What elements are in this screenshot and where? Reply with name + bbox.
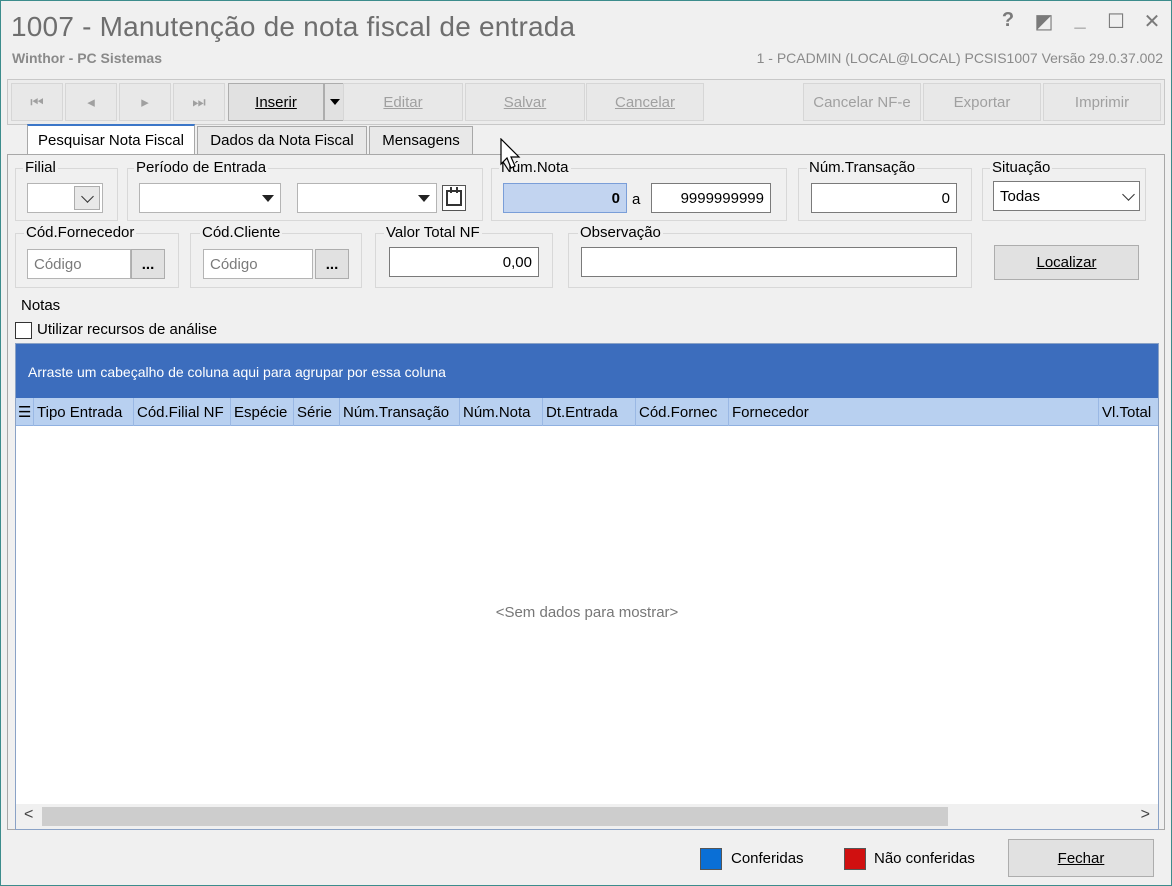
prev-icon: ◂ <box>87 94 95 111</box>
periodo-start-date[interactable] <box>139 183 281 213</box>
legend-conferidas-label: Conferidas <box>731 850 804 867</box>
export-button[interactable]: Exportar <box>923 83 1041 121</box>
cancel-nfe-button[interactable]: Cancelar NF-e <box>803 83 921 121</box>
toolbar: ⏮ ◂ ▸ ⏭ Inserir Editar Salvar Cancelar C… <box>7 79 1165 125</box>
horizontal-scrollbar[interactable]: < > <box>16 804 1158 829</box>
localizar-label: Localizar <box>1036 254 1097 271</box>
print-label: Imprimir <box>1074 93 1130 111</box>
chevron-down-icon <box>1122 188 1135 201</box>
cancel-nfe-label: Cancelar NF-e <box>813 93 911 111</box>
chevron-down-icon <box>262 195 274 202</box>
codcli-label: Cód.Cliente <box>200 224 283 241</box>
codcli-input[interactable]: Código <box>203 249 313 279</box>
notas-label: Notas <box>19 297 63 314</box>
codforn-label: Cód.Fornecedor <box>24 224 137 241</box>
chevron-down-icon <box>81 190 94 203</box>
numtrans-label: Núm.Transação <box>807 159 918 176</box>
col-dt-entrada[interactable]: Dt.Entrada <box>543 398 636 426</box>
scroll-right-icon[interactable]: > <box>1141 806 1150 824</box>
first-record-button[interactable]: ⏮ <box>11 83 63 121</box>
col-num-nota[interactable]: Núm.Nota <box>460 398 543 426</box>
numnota-from-input[interactable]: 0 <box>503 183 627 213</box>
calendar-icon[interactable] <box>442 185 466 211</box>
last-icon: ⏭ <box>192 93 206 111</box>
periodo-end-date[interactable] <box>297 183 437 213</box>
maximize-icon[interactable]: ☐ <box>1105 9 1127 34</box>
scrollbar-thumb[interactable] <box>42 807 948 826</box>
tab-pesquisar[interactable]: Pesquisar Nota Fiscal <box>27 124 195 154</box>
restore-alt-icon[interactable]: ◩ <box>1033 9 1055 34</box>
situacao-select[interactable]: Todas <box>993 181 1140 211</box>
analysis-checkbox-label: Utilizar recursos de análise <box>37 321 218 338</box>
legend-nao-conferidas-label: Não conferidas <box>874 850 975 867</box>
valor-input[interactable]: 0,00 <box>389 247 539 277</box>
filial-dropdown-button[interactable] <box>74 186 100 210</box>
periodo-label: Período de Entrada <box>134 159 269 176</box>
codforn-lookup-button[interactable]: ... <box>131 249 165 279</box>
next-icon: ▸ <box>141 94 149 111</box>
numnota-range-separator: a <box>632 191 641 208</box>
cancel-label: Cancelar <box>614 93 676 111</box>
valor-label: Valor Total NF <box>384 224 482 241</box>
col-serie[interactable]: Série <box>294 398 340 426</box>
situacao-value: Todas <box>1000 187 1041 205</box>
legend-conferidas-swatch <box>700 848 722 870</box>
save-button[interactable]: Salvar <box>465 83 585 121</box>
filial-label: Filial <box>23 159 58 176</box>
session-info: 1 - PCADMIN (LOCAL@LOCAL) PCSIS1007 Vers… <box>756 50 1163 66</box>
codcli-lookup-button[interactable]: ... <box>315 249 349 279</box>
edit-button[interactable]: Editar <box>343 83 463 121</box>
save-label: Salvar <box>503 93 547 111</box>
col-especie[interactable]: Espécie <box>231 398 294 426</box>
numtrans-input[interactable]: 0 <box>811 183 957 213</box>
column-chooser-icon[interactable]: ☰ <box>16 398 34 426</box>
first-icon: ⏮ <box>30 93 44 111</box>
col-vl-total[interactable]: Vl.Total <box>1099 398 1158 426</box>
group-by-hint: Arraste um cabeçalho de coluna aqui para… <box>28 364 446 380</box>
window-title: 1007 - Manutenção de nota fiscal de entr… <box>11 11 576 42</box>
obs-label: Observação <box>578 224 663 241</box>
empty-grid-message: <Sem dados para mostrar> <box>495 604 679 621</box>
minimize-icon[interactable]: _ <box>1069 9 1091 34</box>
scroll-left-icon[interactable]: < <box>24 806 33 824</box>
chevron-down-icon <box>330 99 340 105</box>
print-button[interactable]: Imprimir <box>1043 83 1161 121</box>
fechar-button[interactable]: Fechar <box>1008 839 1154 877</box>
legend-nao-conferidas-swatch <box>844 848 866 870</box>
col-tipo-entrada[interactable]: Tipo Entrada <box>34 398 134 426</box>
window-subtitle: Winthor - PC Sistemas <box>12 50 163 66</box>
notas-grid: Arraste um cabeçalho de coluna aqui para… <box>15 343 1159 830</box>
col-cod-fornec[interactable]: Cód.Fornec <box>636 398 729 426</box>
col-num-transacao[interactable]: Núm.Transação <box>340 398 460 426</box>
analysis-checkbox[interactable] <box>15 322 32 339</box>
tab-mensagens[interactable]: Mensagens <box>369 126 473 154</box>
cancel-button[interactable]: Cancelar <box>586 83 704 121</box>
window-controls: ? ◩ _ ☐ ✕ <box>997 9 1163 34</box>
filial-select[interactable] <box>27 183 103 213</box>
localizar-button[interactable]: Localizar <box>994 245 1139 280</box>
obs-input[interactable] <box>581 247 957 277</box>
col-cod-filial[interactable]: Cód.Filial NF <box>134 398 231 426</box>
next-record-button[interactable]: ▸ <box>119 83 171 121</box>
tab-dados[interactable]: Dados da Nota Fiscal <box>197 126 367 154</box>
situacao-label: Situação <box>990 159 1053 176</box>
title-bar: 1007 - Manutenção de nota fiscal de entr… <box>1 1 1171 71</box>
export-label: Exportar <box>953 93 1011 111</box>
edit-label: Editar <box>383 93 423 111</box>
insert-label: Inserir <box>255 93 297 111</box>
app-window: 1007 - Manutenção de nota fiscal de entr… <box>0 0 1172 886</box>
mouse-cursor-icon <box>500 138 521 169</box>
group-by-panel[interactable]: Arraste um cabeçalho de coluna aqui para… <box>16 344 1158 398</box>
numnota-to-input[interactable]: 9999999999 <box>651 183 771 213</box>
chevron-down-icon <box>418 195 430 202</box>
grid-column-header: ☰ Tipo Entrada Cód.Filial NF Espécie Sér… <box>16 398 1158 426</box>
last-record-button[interactable]: ⏭ <box>173 83 225 121</box>
insert-button[interactable]: Inserir <box>228 83 324 121</box>
prev-record-button[interactable]: ◂ <box>65 83 117 121</box>
help-icon[interactable]: ? <box>997 9 1019 34</box>
codforn-input[interactable]: Código <box>27 249 131 279</box>
col-fornecedor[interactable]: Fornecedor <box>729 398 1099 426</box>
close-icon[interactable]: ✕ <box>1141 9 1163 34</box>
fechar-label: Fechar <box>1057 849 1105 867</box>
